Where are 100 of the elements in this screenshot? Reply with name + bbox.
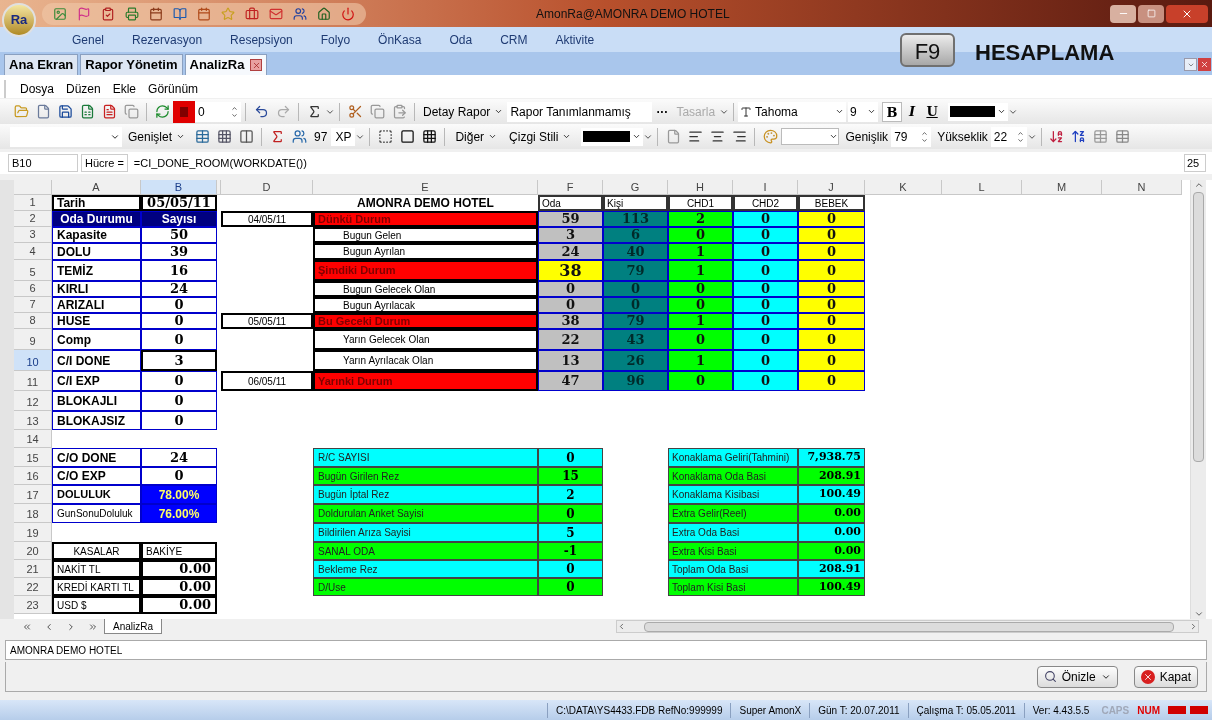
menu-item[interactable]: Resepsiyon xyxy=(216,30,307,49)
report-name-field[interactable]: Rapor Tanımlanmamış xyxy=(507,101,653,122)
cell-reference-field[interactable]: B10 xyxy=(8,154,78,172)
vertical-scrollbar[interactable] xyxy=(1190,180,1206,619)
f9-key-button[interactable]: F9 xyxy=(900,33,955,67)
caret-icon xyxy=(494,107,504,116)
row-header: 20 xyxy=(14,542,52,560)
font-size-select[interactable]: 9 xyxy=(848,101,879,122)
table-cell: 0 xyxy=(733,281,798,297)
font-color-select[interactable] xyxy=(948,102,1009,121)
menu-item[interactable]: Rezervasyon xyxy=(118,30,217,49)
number-spinner[interactable]: 0 xyxy=(195,101,241,122)
table-cell: Toplam Oda Basi xyxy=(668,560,798,578)
table-cell: KREDİ KARTI TL xyxy=(52,578,141,596)
table-cell: 0 xyxy=(798,243,865,260)
row-header: 12 xyxy=(14,391,52,411)
tab[interactable]: AnalizRa xyxy=(184,54,268,75)
table-cell: Bekleme Rez xyxy=(313,560,538,578)
grid-icon xyxy=(216,129,232,144)
preview-button[interactable]: Önizle xyxy=(1036,665,1118,688)
menu-item[interactable]: Görünüm xyxy=(146,80,201,98)
formula-field[interactable]: =CI_DONE_ROOM(WORKDATE()) xyxy=(130,154,1181,172)
menu-item[interactable]: Genel xyxy=(58,30,119,49)
bold-button[interactable]: B xyxy=(882,101,903,122)
table-cell: 24 xyxy=(141,448,217,467)
line-color-select[interactable] xyxy=(581,127,644,146)
table-cell: SANAL ODA xyxy=(313,542,538,560)
menu-item[interactable]: ÖnKasa xyxy=(364,30,436,49)
table-cell: Yarın Gelecek Olan xyxy=(313,329,538,350)
table-cell: Konaklama Kisibasi xyxy=(668,485,798,504)
back-color-select[interactable] xyxy=(781,128,840,145)
maximize-button[interactable] xyxy=(1138,4,1164,23)
table-cell: 06/05/11 xyxy=(221,371,313,391)
table-cell: 0 xyxy=(733,211,798,227)
table-cell: 0 xyxy=(668,297,733,313)
table-cell: 0.00 xyxy=(798,504,865,523)
height-spinner[interactable]: 22 xyxy=(990,126,1027,147)
tab-close-icon[interactable] xyxy=(250,59,263,71)
table-cell: BLOKAJSIZ xyxy=(52,411,141,430)
tab-close-button[interactable] xyxy=(1198,58,1211,71)
line-style-menu-button[interactable]: Çizgi Stili xyxy=(503,127,578,146)
menu-item[interactable]: Dosya xyxy=(18,80,56,98)
table-cell: Comp xyxy=(52,329,141,350)
menu-item[interactable]: Düzen xyxy=(64,80,103,98)
all-borders-icon xyxy=(421,129,437,144)
table-cell: 2 xyxy=(668,211,733,227)
table-title: AMONRA DEMO HOTEL xyxy=(356,195,495,211)
underline-button[interactable]: U xyxy=(922,101,943,122)
tab[interactable]: Ana Ekran xyxy=(4,54,79,75)
close-button[interactable]: Kapat xyxy=(1133,665,1198,688)
column-header: K xyxy=(865,180,942,195)
fill-color-swatch[interactable] xyxy=(173,100,195,123)
sheet-corner xyxy=(14,180,52,195)
paste-icon xyxy=(391,104,407,119)
zoom-value[interactable]: 97 xyxy=(310,127,332,146)
refresh-icon xyxy=(154,104,170,119)
report-menu-button[interactable]: Detay Rapor xyxy=(419,102,508,121)
caret-icon xyxy=(562,132,572,141)
other-menu-button[interactable]: Diğer xyxy=(449,127,504,146)
width-spinner[interactable]: 79 xyxy=(891,126,932,147)
table-cell: Bugün İptal Rez xyxy=(313,485,538,504)
table-cell: 0 xyxy=(668,227,733,243)
italic-button[interactable]: I xyxy=(902,101,923,122)
column-header: L xyxy=(942,180,1022,195)
table-cell: 0 xyxy=(798,211,865,227)
row-header: 13 xyxy=(14,411,52,430)
scroll-up-icon xyxy=(1193,180,1204,190)
menu-item[interactable]: Oda xyxy=(435,30,487,49)
tab[interactable]: Rapor Yönetim xyxy=(80,54,183,75)
new-icon xyxy=(35,104,51,119)
mail-icon xyxy=(269,6,283,21)
browse-button[interactable]: ··· xyxy=(652,102,673,121)
sort-ascending-icon xyxy=(1049,129,1065,144)
table-cell: DOLU xyxy=(52,243,141,260)
table-header: Sayısı xyxy=(141,211,217,227)
font-icon xyxy=(740,105,753,118)
horizontal-scrollbar[interactable] xyxy=(616,620,1200,633)
table-cell: TEMİZ xyxy=(52,260,141,281)
row-header: 5 xyxy=(14,260,52,281)
column-header xyxy=(217,180,221,195)
caret-icon xyxy=(867,107,877,116)
menu-item[interactable]: Folyo xyxy=(306,30,365,49)
table-cell: 0 xyxy=(798,329,865,350)
menu-item[interactable]: Ekle xyxy=(110,80,139,98)
sheet-tab[interactable]: AnalizRa xyxy=(104,619,163,634)
theme-value[interactable]: XP xyxy=(331,127,356,146)
minimize-button[interactable] xyxy=(1110,4,1136,23)
table-cell: Bugun Ayrılacak xyxy=(313,297,538,313)
table-cell: 113 xyxy=(603,211,668,227)
menu-item[interactable]: Aktivite xyxy=(541,30,609,49)
menu-item[interactable]: CRM xyxy=(486,30,542,49)
row-header: 7 xyxy=(14,297,52,313)
printer-icon xyxy=(125,6,139,21)
table-icon xyxy=(1093,129,1109,144)
status-text: Gün T: 20.07.2011 xyxy=(809,702,908,718)
dropdown-button[interactable] xyxy=(1184,58,1197,71)
font-select[interactable]: Tahoma xyxy=(738,101,847,122)
column-header: N xyxy=(1102,180,1182,195)
expand-menu-button[interactable]: Genişlet xyxy=(122,127,192,146)
table-cell: 3 xyxy=(141,350,217,371)
